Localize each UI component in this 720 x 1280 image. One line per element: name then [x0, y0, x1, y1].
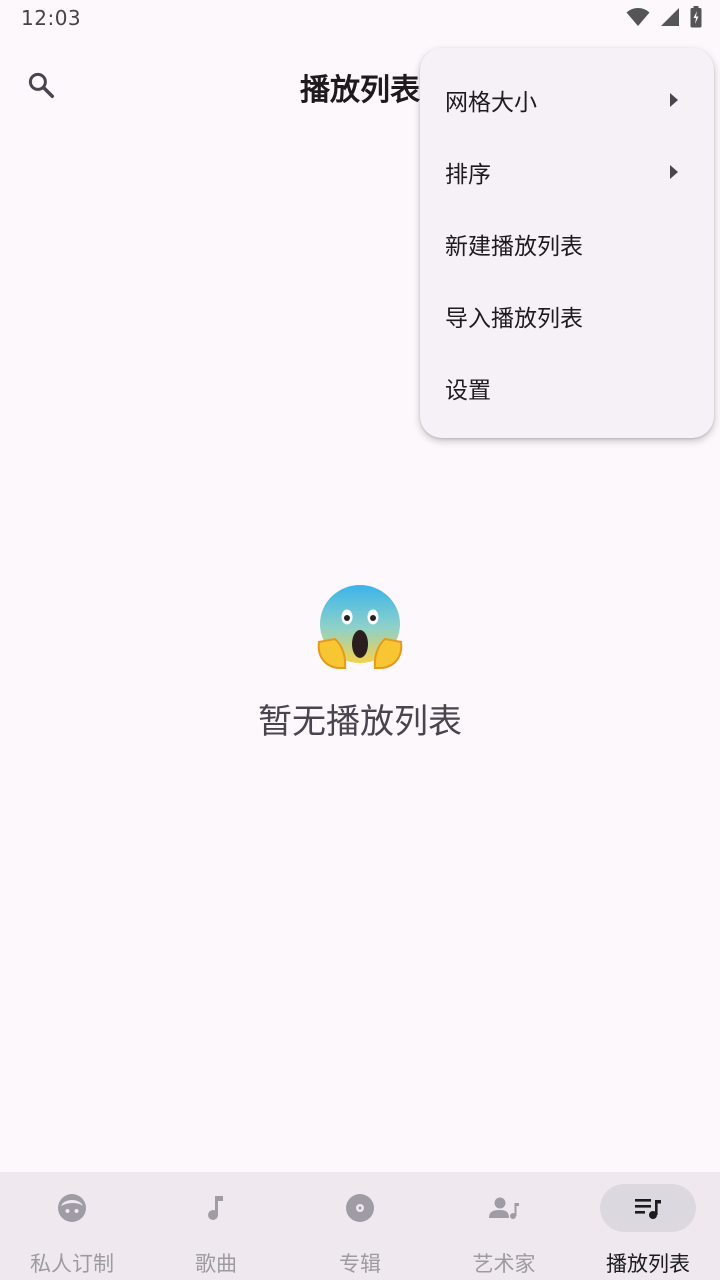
nav-icon-container: [456, 1184, 552, 1232]
wifi-icon: [626, 8, 650, 26]
nav-item-playlists[interactable]: 播放列表: [576, 1172, 720, 1280]
nav-icon-container: [168, 1184, 264, 1232]
empty-state: 暂无播放列表: [0, 584, 720, 743]
menu-item-label: 排序: [445, 162, 491, 188]
submenu-arrow-icon: [670, 165, 678, 179]
menu-item-label: 新建播放列表: [445, 234, 583, 260]
screen: 12:03 播放列表 暂无播放列表 网格大小 排序 新建播放列表 导入播放列表 …: [0, 0, 720, 1280]
nav-icon-container: [600, 1184, 696, 1232]
face-icon: [58, 1194, 86, 1222]
menu-item-grid-size[interactable]: 网格大小: [420, 64, 714, 136]
overflow-menu: 网格大小 排序 新建播放列表 导入播放列表 设置: [420, 48, 714, 438]
menu-item-import-playlist[interactable]: 导入播放列表: [420, 280, 714, 352]
playlist-icon: [635, 1199, 661, 1219]
signal-icon: [661, 8, 679, 26]
nav-label: 歌曲: [195, 1252, 237, 1276]
nav-label: 艺术家: [472, 1252, 536, 1276]
menu-item-sort[interactable]: 排序: [420, 136, 714, 208]
battery-icon: [690, 6, 702, 28]
nav-item-albums[interactable]: 专辑: [288, 1172, 432, 1280]
menu-item-label: 导入播放列表: [445, 306, 583, 332]
submenu-arrow-icon: [670, 93, 678, 107]
nav-item-for-you[interactable]: 私人订制: [0, 1172, 144, 1280]
nav-label: 播放列表: [606, 1252, 690, 1276]
music-note-icon: [208, 1196, 223, 1220]
nav-label: 专辑: [339, 1252, 381, 1276]
nav-item-artists[interactable]: 艺术家: [432, 1172, 576, 1280]
nav-icon-container: [312, 1184, 408, 1232]
status-bar: 12:03: [0, 0, 720, 38]
menu-item-label: 网格大小: [445, 90, 537, 116]
menu-item-new-playlist[interactable]: 新建播放列表: [420, 208, 714, 280]
nav-label: 私人订制: [30, 1252, 114, 1276]
album-disc-icon: [346, 1194, 374, 1222]
bottom-navigation: 私人订制 歌曲 专辑 艺术家 播放列表: [0, 1172, 720, 1280]
empty-message: 暂无播放列表: [258, 702, 462, 742]
menu-item-label: 设置: [445, 378, 491, 404]
screaming-face-emoji: [317, 585, 403, 669]
menu-item-settings[interactable]: 设置: [420, 352, 714, 424]
artist-icon: [489, 1197, 519, 1219]
nav-item-songs[interactable]: 歌曲: [144, 1172, 288, 1280]
nav-icon-container: [24, 1184, 120, 1232]
status-time: 12:03: [21, 6, 82, 30]
status-icons: [626, 6, 702, 28]
